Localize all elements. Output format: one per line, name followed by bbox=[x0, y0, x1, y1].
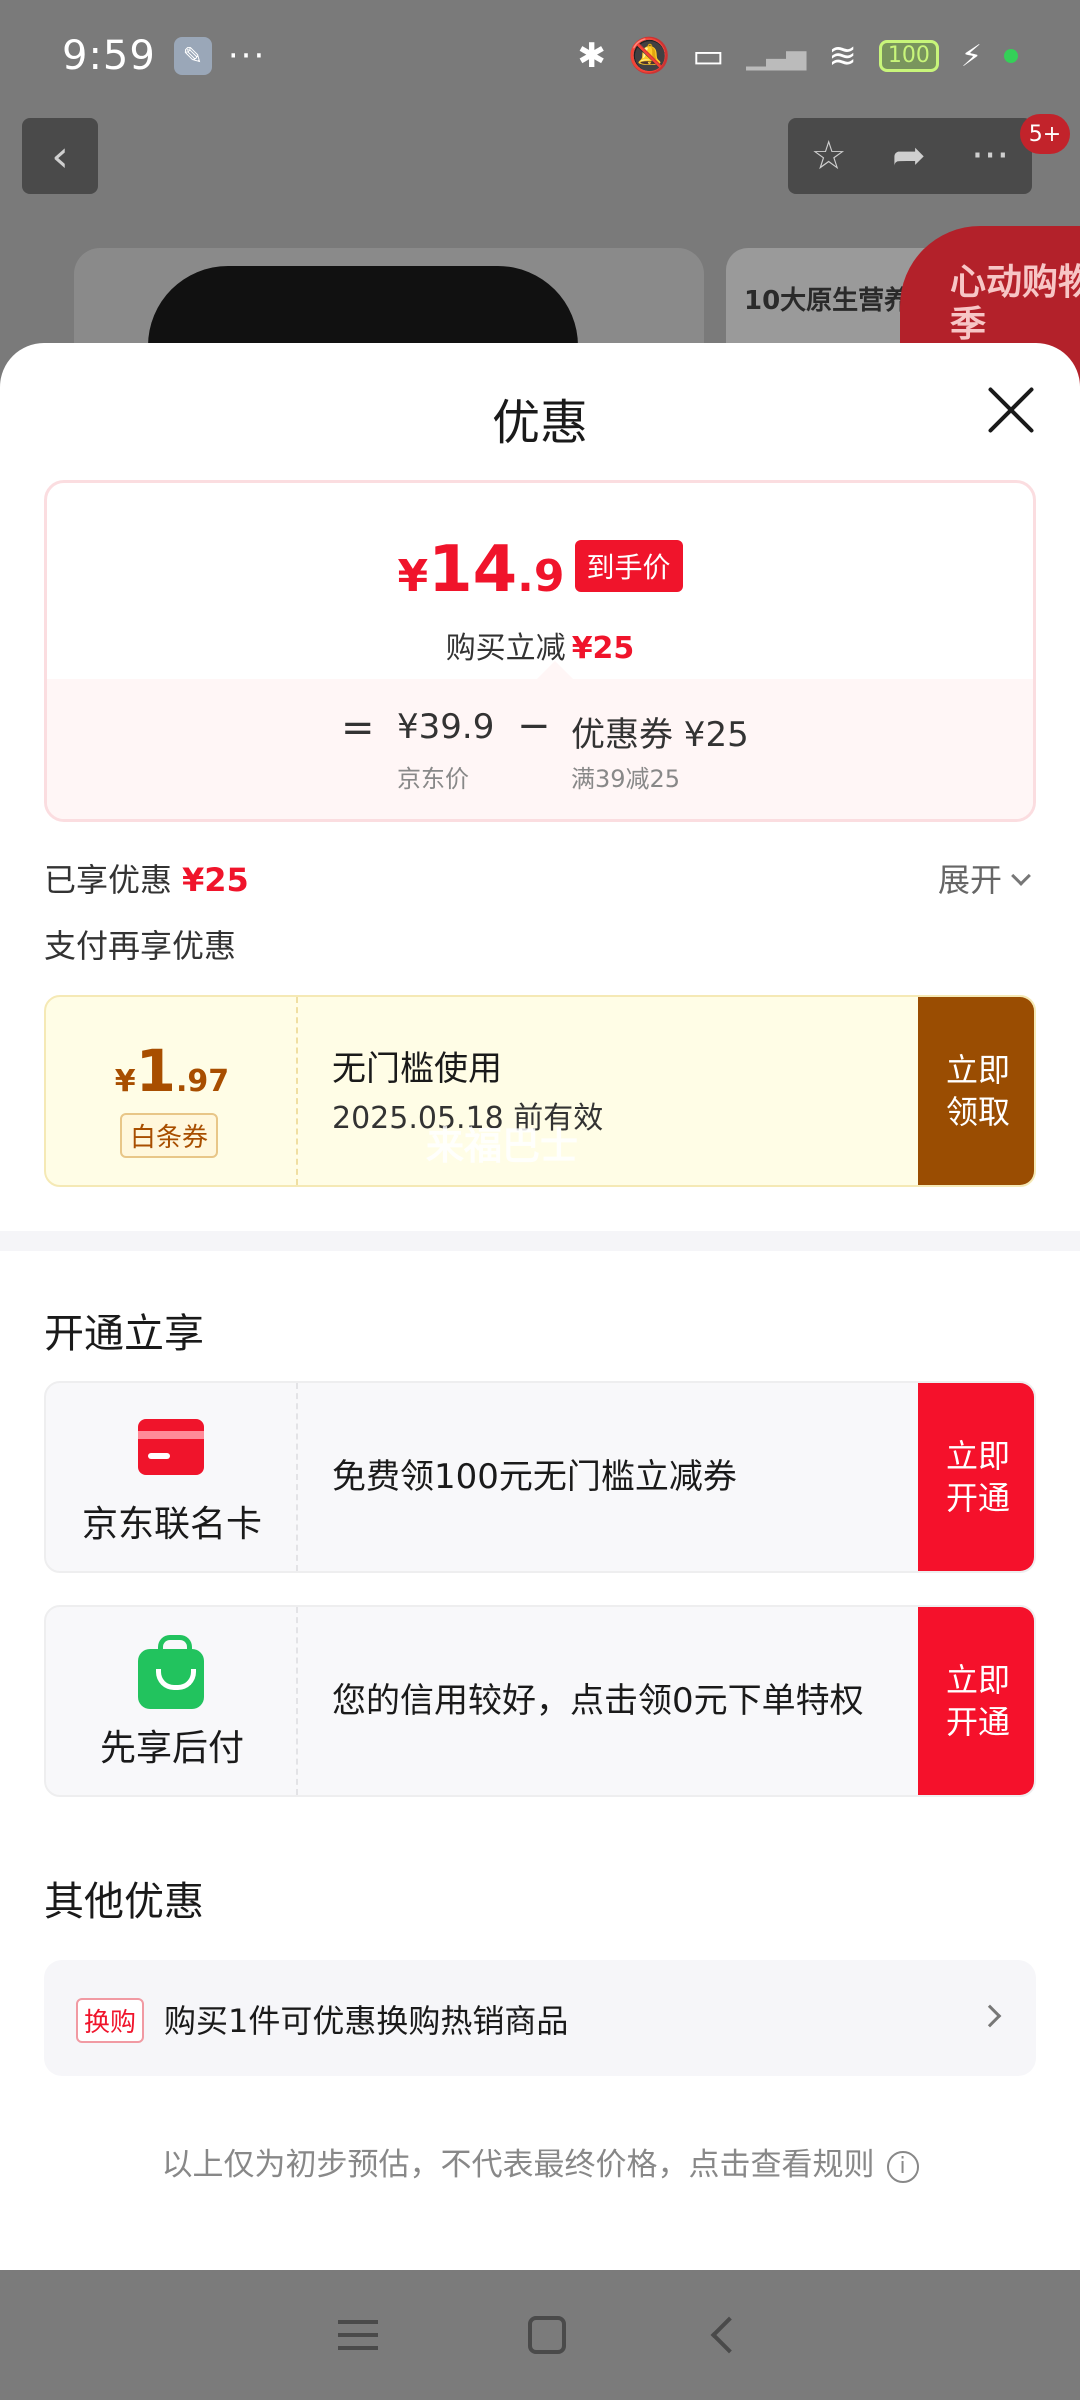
bluetooth-icon: ✱ bbox=[577, 36, 606, 76]
jd-price: ¥39.9 bbox=[397, 707, 495, 747]
info-icon[interactable]: i bbox=[886, 2151, 919, 2183]
share-icon[interactable]: ➦ bbox=[892, 133, 926, 179]
trade-in-tag: 换购 bbox=[76, 1998, 145, 2043]
claim-coupon-button[interactable]: 立即领取 bbox=[918, 997, 1034, 1185]
wrench-icon: ✎ bbox=[173, 37, 212, 75]
disclaimer[interactable]: 以上仅为初步预估，不代表最终价格，点击查看规则 i bbox=[0, 2139, 1080, 2184]
home-icon[interactable] bbox=[528, 2316, 566, 2354]
sheet-title: 优惠 bbox=[491, 395, 588, 451]
watermark-text: 来福巴士 bbox=[426, 1124, 579, 1168]
close-icon[interactable] bbox=[986, 385, 1036, 435]
battery-icon: 100 bbox=[878, 40, 939, 72]
baitiao-coupon: ¥1.97 白条券 无门槛使用 2025.05.18 前有效 来福巴士 立即领取 bbox=[44, 995, 1036, 1187]
side-banner-text: 10大原生营养 bbox=[744, 286, 911, 316]
pay-later-offer: 先享后付 您的信用较好，点击领0元下单特权 立即开通 bbox=[44, 1605, 1036, 1797]
price-card: ¥14.9 到手价 购买立减 ¥25 = ¥39.9 京东价 − 优惠券 ¥25 满… bbox=[44, 480, 1036, 822]
more-icon[interactable]: ··· bbox=[971, 133, 1009, 179]
offer-text: 您的信用较好，点击领0元下单特权 bbox=[332, 1681, 864, 1721]
price-breakdown: = ¥39.9 京东价 − 优惠券 ¥25 满39减25 bbox=[47, 661, 1033, 819]
discount-sheet: 优惠 ¥14.9 到手价 购买立减 ¥25 = ¥39.9 京东价 − 优惠券 ¥2… bbox=[0, 343, 1080, 2270]
final-price-tag: 到手价 bbox=[574, 540, 683, 592]
open-pay-later-button[interactable]: 立即开通 bbox=[918, 1607, 1034, 1795]
offer-label: 京东联名卡 bbox=[81, 1504, 262, 1545]
expand-button[interactable]: 展开 bbox=[938, 855, 1031, 901]
open-card-button[interactable]: 立即开通 bbox=[918, 1383, 1034, 1571]
wifi-icon: ≋ bbox=[828, 36, 857, 76]
other-section-title: 其他优惠 bbox=[44, 1879, 204, 1925]
jd-price-label: 京东价 bbox=[397, 765, 469, 793]
laptop-icon: ▭ bbox=[692, 36, 725, 76]
more-notifications-icon: ··· bbox=[227, 36, 267, 76]
back-button[interactable]: ‹ bbox=[22, 118, 98, 194]
system-nav-bar bbox=[0, 2270, 1080, 2400]
coupon-condition: 满39减25 bbox=[571, 765, 681, 793]
shopping-bag-icon bbox=[138, 1635, 204, 1709]
coupon-title: 无门槛使用 bbox=[332, 1049, 502, 1089]
final-price: ¥14.9 到手价 bbox=[47, 533, 1033, 607]
status-time: 9:59 bbox=[62, 33, 156, 79]
jd-cobrand-card-offer: 京东联名卡 免费领100元无门槛立减券 立即开通 bbox=[44, 1381, 1036, 1573]
status-bar: 9:59 ✎ ··· ✱ 🔕 ▭ ▁▃▅ ≋ 100 ⚡ bbox=[0, 0, 1080, 112]
mute-icon: 🔕 bbox=[627, 36, 671, 76]
signal-icon: ▁▃▅ bbox=[746, 41, 807, 71]
coupon-amount-area: ¥1.97 白条券 bbox=[46, 997, 298, 1185]
pay-more-label: 支付再享优惠 bbox=[44, 927, 237, 965]
charging-icon: ⚡ bbox=[960, 38, 982, 74]
top-actions: ☆ ➦ ··· bbox=[788, 118, 1032, 194]
offer-text: 免费领100元无门槛立减券 bbox=[332, 1457, 737, 1497]
nav-back-icon[interactable] bbox=[710, 2316, 748, 2354]
message-badge: 5+ bbox=[1020, 114, 1070, 154]
trade-in-text: 购买1件可优惠换购热销商品 bbox=[164, 2002, 569, 2040]
status-icons: ✱ 🔕 ▭ ▁▃▅ ≋ 100 ⚡ bbox=[577, 36, 1018, 76]
enjoyed-discount: 已享优惠 ¥25 bbox=[44, 861, 249, 899]
offer-label: 先享后付 bbox=[99, 1728, 244, 1769]
chevron-right-icon bbox=[978, 2004, 1002, 2028]
coupon-type-badge: 白条券 bbox=[120, 1113, 219, 1158]
section-divider bbox=[0, 1231, 1080, 1251]
recent-apps-icon[interactable] bbox=[338, 2320, 378, 2350]
trade-in-offer-row[interactable]: 换购 购买1件可优惠换购热销商品 bbox=[44, 1960, 1036, 2076]
charging-dot-icon bbox=[1004, 49, 1018, 63]
open-section-title: 开通立享 bbox=[44, 1311, 204, 1357]
coupon-deduction: 优惠券 ¥25 bbox=[571, 715, 749, 755]
favorite-icon[interactable]: ☆ bbox=[811, 133, 847, 179]
credit-card-icon bbox=[138, 1419, 204, 1475]
chevron-down-icon bbox=[1011, 866, 1031, 886]
coupon-amount: ¥1.97 bbox=[114, 1037, 230, 1105]
